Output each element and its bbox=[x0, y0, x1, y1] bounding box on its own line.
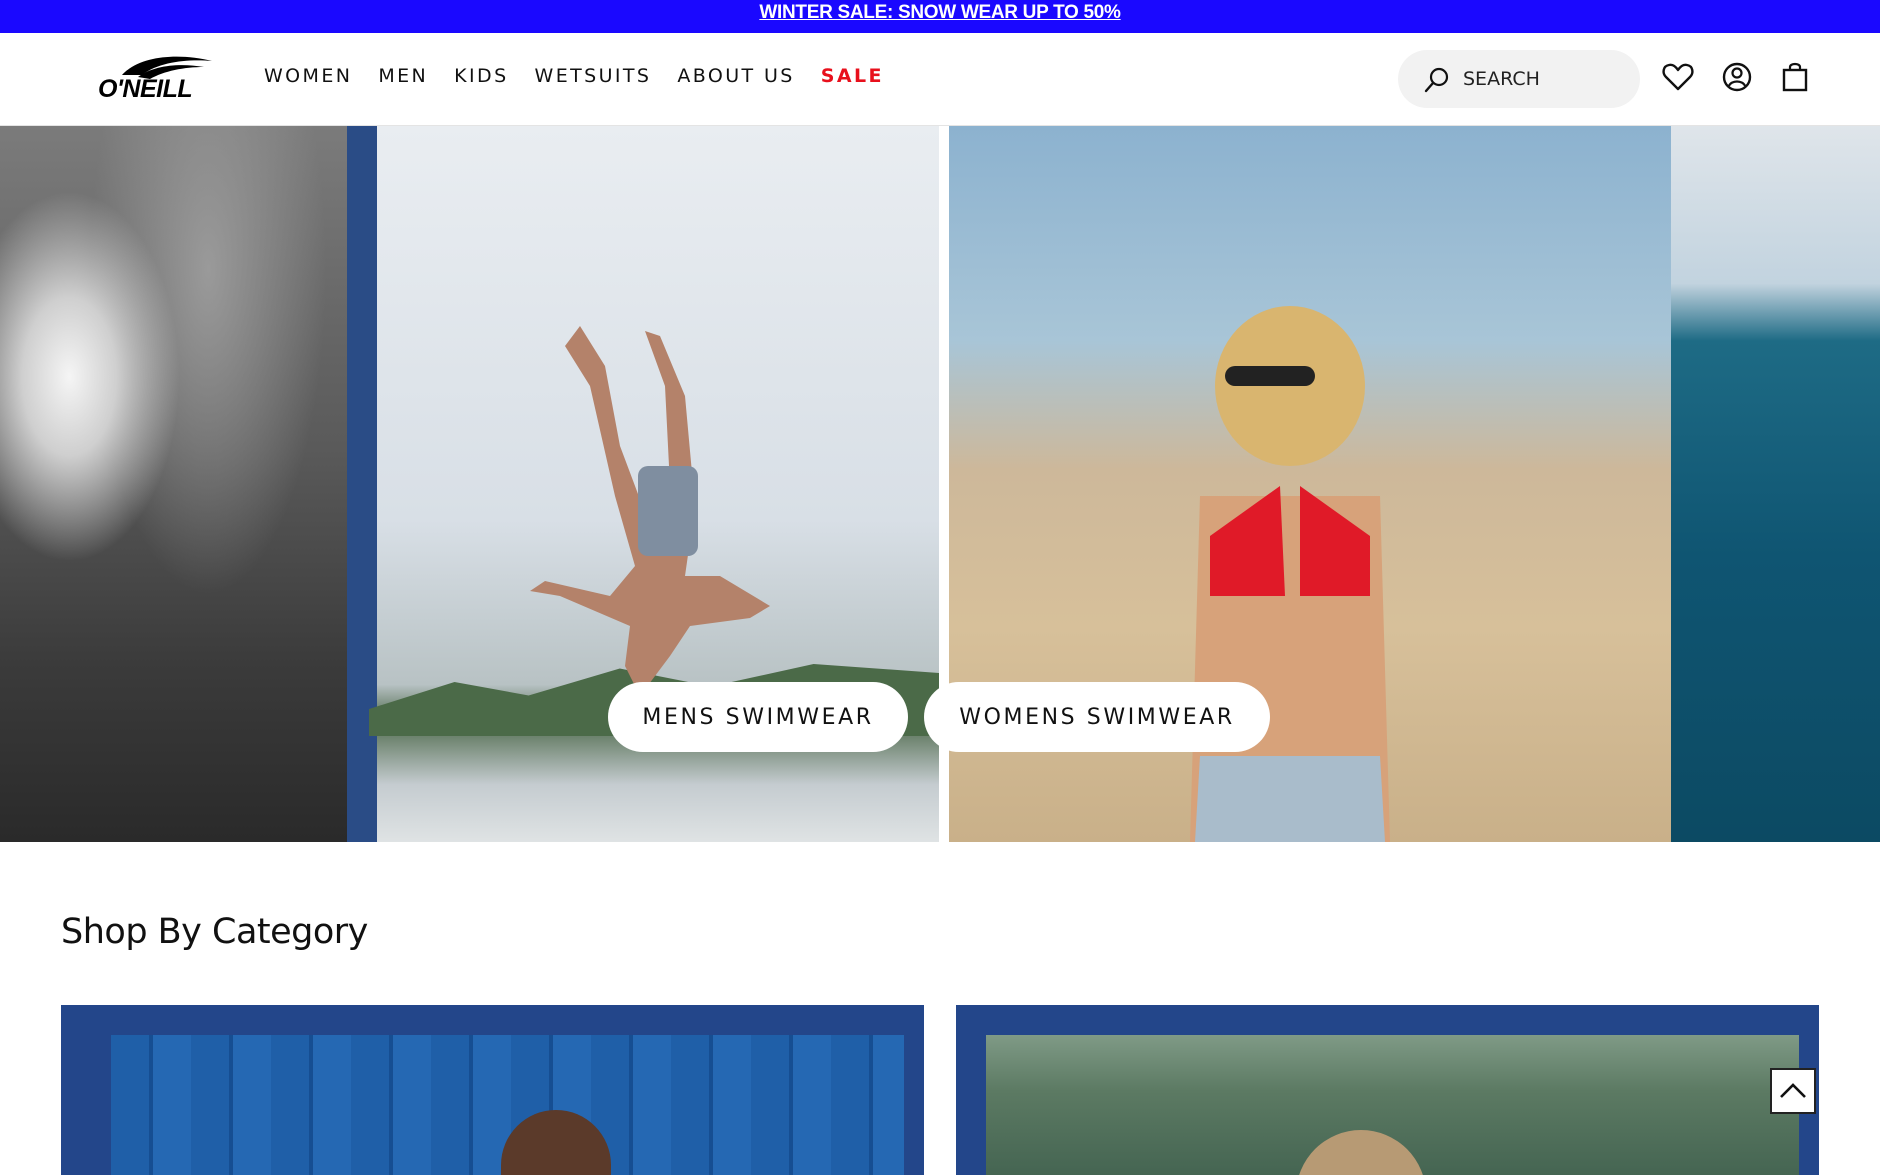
site-header: O'NEILL WOMEN MEN KIDS WETSUITS ABOUT US… bbox=[0, 33, 1880, 126]
search-input[interactable]: SEARCH bbox=[1398, 50, 1640, 108]
account-icon[interactable] bbox=[1719, 59, 1755, 95]
hero-image-ocean bbox=[1671, 126, 1880, 842]
heart-icon[interactable] bbox=[1660, 59, 1696, 95]
promo-link[interactable]: WINTER SALE: SNOW WEAR UP TO 50% bbox=[759, 2, 1121, 23]
hero-image-splash bbox=[0, 126, 347, 842]
chevron-up-icon bbox=[1780, 1083, 1806, 1098]
search-icon bbox=[1424, 67, 1449, 93]
main-nav: WOMEN MEN KIDS WETSUITS ABOUT US SALE bbox=[264, 65, 910, 87]
hero-banner: MENS SWIMWEAR WOMENS SWIMWEAR bbox=[0, 126, 1880, 842]
logo-wordmark: O'NEILL bbox=[98, 75, 193, 103]
nav-men[interactable]: MEN bbox=[378, 65, 428, 87]
category-card-men[interactable] bbox=[61, 1005, 924, 1175]
nav-sale[interactable]: SALE bbox=[821, 65, 884, 87]
bag-icon[interactable] bbox=[1777, 59, 1813, 95]
category-image-men bbox=[111, 1035, 904, 1175]
womens-swimwear-button[interactable]: WOMENS SWIMWEAR bbox=[924, 682, 1270, 752]
brand-logo[interactable]: O'NEILL bbox=[96, 53, 228, 105]
mens-swimwear-button[interactable]: MENS SWIMWEAR bbox=[608, 682, 908, 752]
model-head bbox=[501, 1110, 611, 1175]
shop-by-category-title: Shop By Category bbox=[61, 912, 368, 952]
scroll-to-top-button[interactable] bbox=[1770, 1068, 1816, 1114]
category-image-women bbox=[986, 1035, 1799, 1175]
nav-wetsuits[interactable]: WETSUITS bbox=[535, 65, 652, 87]
woman-figure bbox=[1190, 306, 1390, 842]
nav-women[interactable]: WOMEN bbox=[264, 65, 352, 87]
category-card-women[interactable] bbox=[956, 1005, 1819, 1175]
model-head bbox=[1296, 1130, 1426, 1175]
promo-banner: WINTER SALE: SNOW WEAR UP TO 50% bbox=[0, 0, 1880, 33]
nav-about-us[interactable]: ABOUT US bbox=[677, 65, 794, 87]
nav-kids[interactable]: KIDS bbox=[454, 65, 508, 87]
search-placeholder: SEARCH bbox=[1463, 68, 1540, 90]
